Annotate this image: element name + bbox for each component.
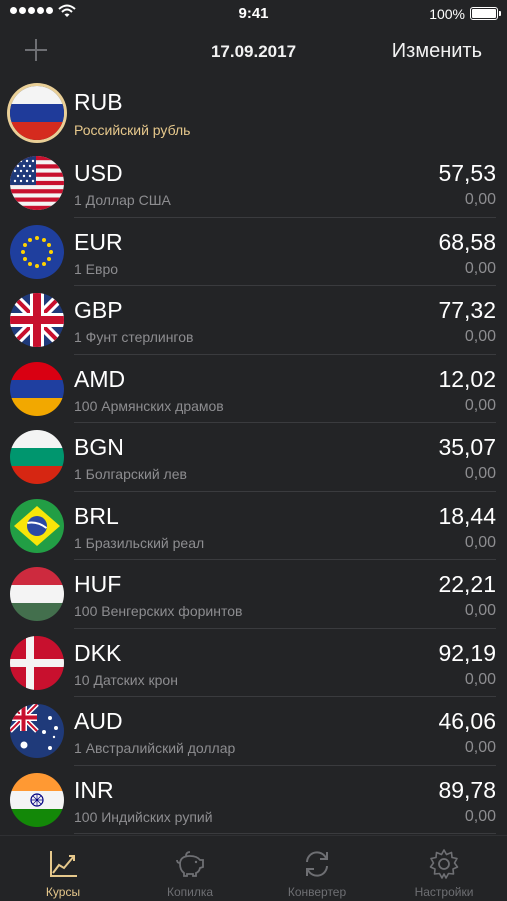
currency-rate: 92,19 [438, 639, 496, 666]
currency-rate: 35,07 [438, 434, 496, 460]
currency-code: AMD [74, 365, 126, 392]
currency-row-amd[interactable]: AMD 100 Армянских драмов 12,02 0,00 [0, 355, 507, 423]
currency-change: 0,00 [464, 602, 496, 619]
currency-code: BRL [74, 502, 119, 529]
denmark-flag-icon [10, 635, 64, 690]
tab-bar: Курсы Копилка Конвертер Настройки [0, 835, 507, 901]
nav-bar: 17.09.2017 Изменить [0, 28, 507, 78]
russia-flag-icon [10, 86, 64, 140]
currency-name: 100 Индийских рупий [74, 808, 213, 825]
tab-rates[interactable]: Курсы [0, 836, 126, 901]
bulgaria-flag-icon [10, 430, 64, 484]
edit-button[interactable]: Изменить [392, 40, 482, 63]
australia-flag-icon [10, 704, 64, 758]
currency-list: RUB Российский рубль USD 1 Доллар США 57… [0, 78, 507, 834]
currency-change: 0,00 [464, 533, 496, 551]
currency-code: AUD [74, 708, 123, 734]
tab-label: Курсы [45, 885, 81, 899]
currency-change: 0,00 [464, 670, 496, 688]
currency-name: 100 Армянских драмов [74, 397, 224, 414]
currency-rate: 22,21 [438, 571, 496, 597]
currency-code: USD [74, 160, 123, 186]
eu-flag-icon [10, 224, 64, 279]
currency-rate: 57,53 [438, 160, 496, 186]
tab-label: Конвертер [287, 885, 347, 899]
currency-code: INR [74, 776, 114, 803]
row-divider [74, 833, 496, 834]
currency-name: 10 Датских крон [74, 671, 178, 688]
currency-name: 100 Венгерских форинтов [74, 603, 243, 619]
tab-converter[interactable]: Конвертер [254, 836, 380, 901]
currency-row-usd[interactable]: USD 1 Доллар США 57,53 0,00 [0, 149, 507, 218]
currency-name: 1 Фунт стерлингов [74, 329, 194, 345]
tab-label: Настройки [414, 885, 474, 899]
tab-settings[interactable]: Настройки [381, 836, 507, 901]
usa-flag-icon [10, 156, 64, 210]
currency-code: BGN [74, 434, 124, 460]
currency-rate: 12,02 [438, 365, 496, 392]
india-flag-icon [10, 772, 64, 827]
brazil-flag-icon [10, 498, 64, 553]
status-bar: 9:41 100% [0, 0, 507, 28]
currency-rate: 89,78 [438, 776, 496, 803]
currency-code: DKK [74, 639, 122, 666]
currency-row-inr[interactable]: INR 100 Индийских рупий 89,78 0,00 [0, 766, 507, 834]
gear-icon [429, 849, 459, 879]
armenia-flag-icon [10, 361, 64, 416]
currency-row-huf[interactable]: HUF 100 Венгерских форинтов 22,21 0,00 [0, 560, 507, 629]
chart-icon [50, 851, 77, 877]
currency-name: 1 Австралийский доллар [74, 740, 236, 756]
currency-change: 0,00 [464, 396, 496, 414]
currency-rate: 18,44 [438, 502, 496, 529]
currency-code: RUB [74, 89, 123, 115]
currency-code: HUF [74, 571, 122, 597]
uk-flag-icon [10, 293, 64, 347]
currency-change: 0,00 [464, 191, 496, 208]
currency-change: 0,00 [464, 259, 496, 277]
currency-name: Российский рубль [74, 122, 191, 138]
currency-code: EUR [74, 228, 123, 255]
battery-icon [470, 7, 501, 20]
currency-change: 0,00 [464, 328, 496, 345]
tab-piggy-bank[interactable]: Копилка [127, 836, 253, 901]
hungary-flag-icon [10, 567, 64, 621]
currency-name: 1 Болгарский лев [74, 466, 187, 482]
currency-row-aud[interactable]: AUD 1 Австралийский доллар 46,06 0,00 [0, 697, 507, 766]
sync-icon [306, 851, 328, 877]
battery-percent: 100% [429, 6, 465, 22]
base-currency-row[interactable]: RUB Российский рубль [0, 78, 507, 149]
currency-change: 0,00 [464, 807, 496, 825]
currency-row-gbp[interactable]: GBP 1 Фунт стерлингов 77,32 0,00 [0, 286, 507, 355]
currency-rate: 77,32 [438, 297, 496, 323]
currency-code: GBP [74, 297, 123, 323]
tab-label: Копилка [166, 885, 214, 899]
currency-name: 1 Доллар США [74, 192, 171, 208]
currency-row-bgn[interactable]: BGN 1 Болгарский лев 35,07 0,00 [0, 423, 507, 492]
currency-change: 0,00 [464, 739, 496, 756]
currency-row-eur[interactable]: EUR 1 Евро 68,58 0,00 [0, 218, 507, 286]
currency-row-dkk[interactable]: DKK 10 Датских крон 92,19 0,00 [0, 629, 507, 697]
piggy-bank-icon [176, 851, 204, 877]
currency-name: 1 Бразильский реал [74, 534, 205, 551]
currency-name: 1 Евро [74, 260, 119, 277]
currency-rate: 68,58 [438, 228, 496, 255]
currency-rate: 46,06 [438, 708, 496, 734]
currency-change: 0,00 [464, 465, 496, 482]
currency-row-brl[interactable]: BRL 1 Бразильский реал 18,44 0,00 [0, 492, 507, 560]
